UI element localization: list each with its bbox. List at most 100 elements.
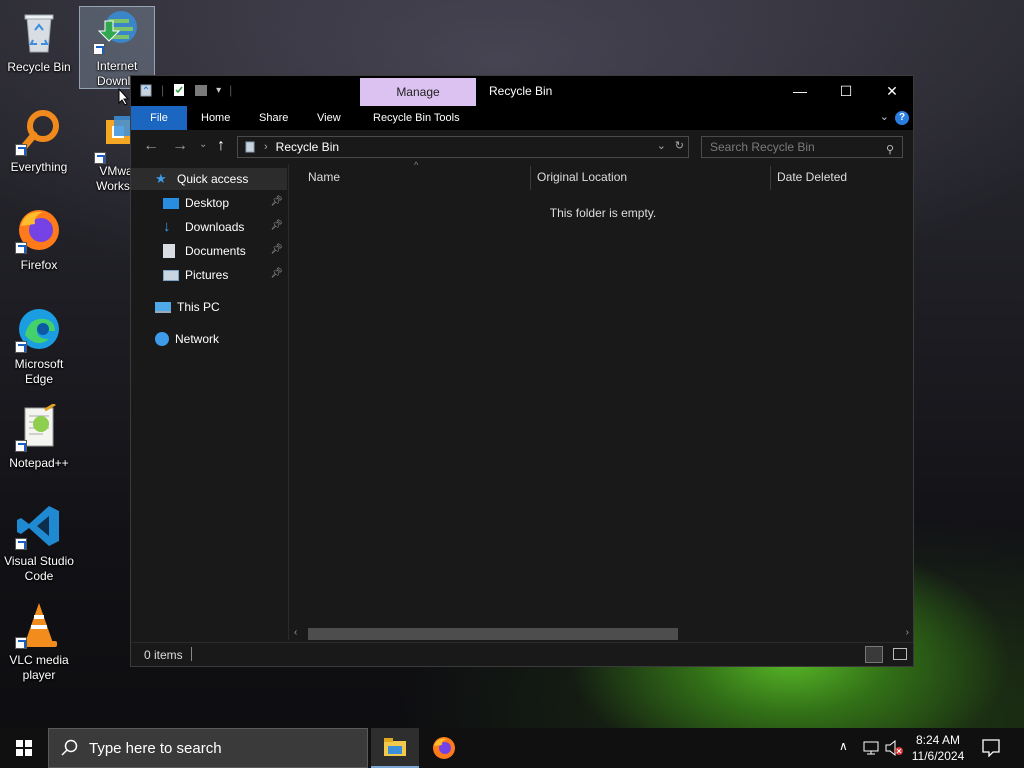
vlc-icon	[15, 601, 63, 649]
desktop-icon-vscode[interactable]: Visual Studio Code	[1, 502, 77, 584]
taskbar-clock[interactable]: 8:24 AM 11/6/2024	[908, 732, 968, 764]
shortcut-arrow-icon	[15, 538, 27, 550]
recycle-bin-small-icon	[245, 141, 255, 153]
desktop-icon-edge[interactable]: Microsoft Edge	[1, 305, 77, 387]
volume-muted-icon[interactable]	[884, 740, 904, 756]
desktop-icon-notepadpp[interactable]: Notepad++	[1, 402, 77, 471]
vscode-icon	[15, 502, 63, 550]
nav-item-quick-access[interactable]: ★ Quick access	[131, 168, 287, 190]
item-count: 0 items	[144, 648, 183, 662]
title-bar[interactable]: | ▾ | Manage Recycle Bin — ☐ ✕	[131, 76, 913, 106]
column-header-original-location[interactable]: Original Location	[537, 170, 627, 184]
desktop-icon-firefox[interactable]: Firefox	[1, 206, 77, 273]
shortcut-arrow-icon	[93, 43, 105, 55]
help-button[interactable]: ?	[895, 111, 909, 125]
desktop-icon-label: Firefox	[20, 258, 58, 272]
address-bar[interactable]: › Recycle Bin ⌄ ↻	[237, 136, 689, 158]
minimize-button[interactable]: —	[777, 76, 823, 106]
nav-item-label: Pictures	[185, 268, 229, 282]
column-header-name[interactable]: Name	[308, 170, 340, 184]
taskbar-file-explorer[interactable]	[371, 728, 419, 768]
column-divider[interactable]	[530, 166, 531, 190]
close-button[interactable]: ✕	[869, 76, 915, 106]
action-center-icon[interactable]	[982, 739, 1000, 757]
recent-locations-chevron-icon[interactable]: ⌄	[199, 139, 207, 150]
nav-item-pictures[interactable]: Pictures 📌︎	[131, 264, 287, 286]
file-list[interactable]: ^ Name Original Location Date Deleted Th…	[290, 160, 913, 640]
large-icons-view-icon[interactable]	[893, 648, 907, 660]
shortcut-arrow-icon	[15, 440, 27, 452]
back-arrow-icon[interactable]: ←	[143, 137, 159, 155]
refresh-icon[interactable]: ↻	[675, 139, 684, 152]
tab-share[interactable]: Share	[249, 106, 298, 130]
toolbar-divider: |	[229, 83, 233, 97]
desktop-icon-label: Visual Studio Code	[4, 554, 74, 583]
desktop-icon-vlc[interactable]: VLC media player	[1, 601, 77, 683]
desktop-icon-label: VLC media player	[9, 653, 69, 682]
tab-manage[interactable]: Manage	[360, 78, 476, 106]
search-input[interactable]: Search Recycle Bin ⚲	[701, 136, 903, 158]
status-bar: 0 items	[131, 642, 913, 666]
sort-indicator-icon: ^	[414, 160, 419, 170]
star-icon: ★	[155, 171, 167, 186]
nav-item-this-pc[interactable]: This PC	[131, 296, 287, 318]
tab-home[interactable]: Home	[191, 106, 240, 130]
nav-item-network[interactable]: Network	[131, 328, 287, 350]
scrollbar-thumb[interactable]	[308, 628, 678, 640]
taskbar-search-box[interactable]: Type here to search	[48, 728, 368, 768]
tab-file[interactable]: File	[131, 106, 187, 130]
navigation-pane: ★ Quick access Desktop 📌︎ ↓ Downloads 📌︎…	[131, 164, 289, 640]
explorer-window[interactable]: | ▾ | Manage Recycle Bin — ☐ ✕ File Home…	[130, 75, 914, 667]
navigation-bar: ← → ⌄ ↑ › Recycle Bin ⌄ ↻ Search Recycle…	[131, 130, 913, 164]
recycle-bin-small-icon[interactable]	[139, 83, 153, 97]
properties-icon[interactable]	[172, 83, 186, 97]
new-folder-icon[interactable]	[194, 83, 208, 97]
status-divider	[191, 647, 192, 661]
network-status-icon[interactable]	[862, 740, 880, 756]
breadcrumb-recycle-bin[interactable]: Recycle Bin	[276, 140, 339, 154]
nav-item-desktop[interactable]: Desktop 📌︎	[131, 192, 287, 214]
forward-arrow-icon[interactable]: →	[172, 137, 188, 155]
pin-icon[interactable]: 📌︎	[270, 268, 283, 279]
customize-toolbar-icon[interactable]: ▾	[216, 85, 221, 96]
scroll-left-icon[interactable]: ‹	[294, 627, 297, 638]
shortcut-arrow-icon	[94, 152, 106, 164]
desktop-icon-everything[interactable]: Everything	[1, 108, 77, 175]
desktop-icon-recycle-bin[interactable]: Recycle Bin	[1, 8, 77, 75]
taskbar-firefox[interactable]	[420, 728, 468, 768]
up-arrow-icon[interactable]: ↑	[217, 137, 225, 155]
horizontal-scrollbar[interactable]: ‹ ›	[290, 626, 913, 642]
taskbar-search-placeholder: Type here to search	[89, 739, 222, 757]
details-view-icon[interactable]	[865, 646, 883, 663]
pin-icon[interactable]: 📌︎	[270, 244, 283, 255]
shortcut-arrow-icon	[15, 144, 27, 156]
tab-recycle-bin-tools[interactable]: Recycle Bin Tools	[363, 106, 470, 130]
search-icon: ⚲	[885, 144, 894, 156]
start-button[interactable]	[0, 728, 48, 768]
file-explorer-icon	[384, 738, 406, 756]
column-divider[interactable]	[770, 166, 771, 190]
taskbar: Type here to search ∧ 8:24 AM 11/6/2024	[0, 728, 1024, 768]
this-pc-icon	[155, 301, 171, 313]
documents-icon	[163, 244, 175, 258]
nav-item-documents[interactable]: Documents 📌︎	[131, 240, 287, 262]
nav-item-label: Downloads	[185, 220, 245, 234]
ribbon-tabs: File Home Share View Recycle Bin Tools ⌄…	[131, 106, 913, 130]
address-dropdown-icon[interactable]: ⌄	[657, 139, 666, 152]
empty-folder-message: This folder is empty.	[549, 206, 657, 220]
mouse-cursor-icon	[118, 88, 130, 106]
scroll-right-icon[interactable]: ›	[906, 627, 909, 638]
tab-view[interactable]: View	[307, 106, 351, 130]
downloads-icon: ↓	[163, 218, 171, 235]
column-header-date-deleted[interactable]: Date Deleted	[777, 170, 847, 184]
pin-icon[interactable]: 📌︎	[270, 220, 283, 231]
shortcut-arrow-icon	[15, 242, 27, 254]
nav-item-downloads[interactable]: ↓ Downloads 📌︎	[131, 216, 287, 238]
pin-icon[interactable]: 📌︎	[270, 196, 283, 207]
maximize-button[interactable]: ☐	[823, 76, 869, 106]
shortcut-arrow-icon	[15, 341, 27, 353]
everything-search-icon	[15, 108, 63, 156]
show-hidden-icons-chevron[interactable]: ∧	[839, 739, 848, 753]
quick-access-toolbar: | ▾ |	[139, 83, 232, 97]
expand-ribbon-icon[interactable]: ⌄	[880, 110, 889, 123]
